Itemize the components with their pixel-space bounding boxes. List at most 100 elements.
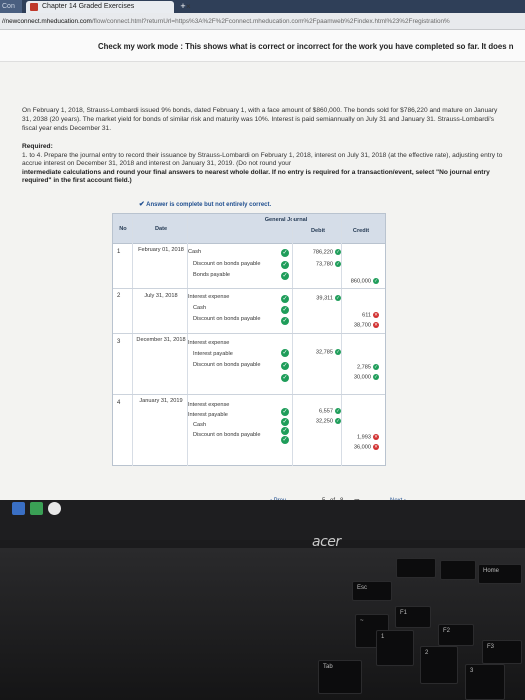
browser-tab-inactive[interactable]: Con xyxy=(0,0,22,13)
account-field[interactable]: Cash xyxy=(193,422,281,428)
entry-number: 2 xyxy=(117,293,121,299)
key-3[interactable]: 3 xyxy=(465,664,505,700)
correct-check-icon: ✓ xyxy=(281,436,289,444)
problem-statement: On February 1, 2018, Strauss-Lombardi is… xyxy=(22,107,498,132)
credit-field[interactable]: 2,785 ✓ xyxy=(343,364,379,370)
app-icon-green[interactable] xyxy=(30,502,43,515)
debit-field[interactable]: 786,220 ✓ xyxy=(295,249,341,255)
account-field[interactable]: Discount on bonds payable xyxy=(193,261,281,267)
browser-tab-active[interactable]: Chapter 14 Graded Exercises × xyxy=(26,1,191,13)
key-fn-2[interactable] xyxy=(440,560,476,580)
key-tab[interactable]: Tab xyxy=(318,660,362,694)
correct-check-icon: ✓ xyxy=(335,249,341,255)
correct-check-icon: ✓ xyxy=(281,362,289,370)
debit-field[interactable]: 73,780 ✓ xyxy=(295,261,341,267)
required-label: Required: xyxy=(22,143,53,150)
account-field[interactable]: Cash xyxy=(188,249,276,255)
answer-status-banner: ✔ Answer is complete but not entirely co… xyxy=(138,201,272,208)
correct-check-icon: ✓ xyxy=(281,249,289,257)
key-home[interactable]: Home xyxy=(478,564,522,584)
entry-number: 4 xyxy=(117,400,121,406)
debit-field[interactable]: 6,557 ✓ xyxy=(295,408,341,414)
incorrect-x-icon: ✕ xyxy=(373,322,379,328)
incorrect-x-icon: ✕ xyxy=(373,444,379,450)
entry-number: 1 xyxy=(117,249,121,255)
correct-check-icon: ✓ xyxy=(335,349,341,355)
key-fn-1[interactable] xyxy=(396,558,436,578)
check-icon: ✔ xyxy=(138,201,145,208)
correct-check-icon: ✓ xyxy=(281,306,289,314)
account-field[interactable]: Discount on bonds payable xyxy=(193,432,281,438)
col-header-credit: Credit xyxy=(352,228,370,234)
entry-date: July 31, 2018 xyxy=(144,293,178,299)
journal-entry-4: 4 January 31, 2019 Interest expense ✓ 6,… xyxy=(113,396,385,466)
account-field[interactable]: Discount on bonds payable xyxy=(193,362,281,368)
key-f1[interactable]: F1 xyxy=(395,606,431,628)
journal-title: General Journal xyxy=(264,217,308,223)
account-field[interactable]: Discount on bonds payable xyxy=(193,316,281,322)
key-2[interactable]: 2 xyxy=(420,646,458,684)
general-journal-table: No Date General Journal Debit Credit 1 F… xyxy=(112,213,386,466)
credit-field[interactable]: 860,000 ✓ xyxy=(343,278,379,284)
incorrect-x-icon: ✕ xyxy=(373,312,379,318)
check-my-work-banner: Check my work mode : This shows what is … xyxy=(0,30,525,62)
incorrect-x-icon: ✕ xyxy=(373,434,379,440)
journal-entry-3: 3 December 31, 2018 Interest expense ✓ 3… xyxy=(113,335,385,395)
correct-check-icon: ✓ xyxy=(281,295,289,303)
new-tab-plus-icon[interactable]: + xyxy=(178,2,188,11)
col-header-date: Date xyxy=(154,226,168,232)
entry-date: December 31, 2018 xyxy=(136,337,186,343)
taskbar xyxy=(12,502,82,518)
account-field[interactable]: Interest expense xyxy=(188,294,276,300)
entry-date: February 01, 2018 xyxy=(138,247,184,253)
debit-field[interactable]: 32,250 ✓ xyxy=(295,418,341,424)
correct-check-icon: ✓ xyxy=(335,295,341,301)
key-f2[interactable]: F2 xyxy=(438,624,474,646)
account-field[interactable]: Cash xyxy=(193,305,281,311)
account-field[interactable]: Interest payable xyxy=(188,412,276,418)
correct-check-icon: ✓ xyxy=(335,261,341,267)
app-icon-blue[interactable] xyxy=(12,502,25,515)
credit-field[interactable]: 36,000 ✕ xyxy=(343,444,379,450)
account-field[interactable]: Bonds payable xyxy=(193,272,281,278)
keyboard: Esc F1 F2 F3 ~ 1 2 3 Tab Home xyxy=(0,548,525,700)
debit-field[interactable]: 39,311 ✓ xyxy=(295,295,341,301)
browser-tab-bar: Con Chapter 14 Graded Exercises × + xyxy=(0,0,525,13)
debit-field[interactable]: 32,785 ✓ xyxy=(295,349,341,355)
correct-check-icon: ✓ xyxy=(335,418,341,424)
tab-title: Chapter 14 Graded Exercises xyxy=(42,3,135,10)
address-bar[interactable]: //newconnect.mheducation.com/flow/connec… xyxy=(0,13,525,30)
col-header-no: No xyxy=(119,226,127,232)
credit-field[interactable]: 30,000 ✓ xyxy=(343,374,379,380)
correct-check-icon: ✓ xyxy=(281,272,289,280)
journal-entry-2: 2 July 31, 2018 Interest expense ✓ 39,31… xyxy=(113,290,385,334)
account-field[interactable]: Interest expense xyxy=(188,340,276,346)
entry-number: 3 xyxy=(117,339,121,345)
page-content: Check my work mode : This shows what is … xyxy=(0,30,525,505)
mheducation-favicon-icon xyxy=(30,3,38,11)
journal-entry-1: 1 February 01, 2018 Cash ✓ 786,220 ✓ Disc… xyxy=(113,245,385,289)
chrome-icon[interactable] xyxy=(48,502,61,515)
key-f3[interactable]: F3 xyxy=(482,640,522,664)
entry-date: January 31, 2019 xyxy=(139,398,183,404)
credit-field[interactable]: 38,700 ✕ xyxy=(343,322,379,328)
url-text[interactable]: //newconnect.mheducation.com/flow/connec… xyxy=(2,16,522,27)
account-field[interactable]: Interest expense xyxy=(188,402,276,408)
required-line1: 1. to 4. Prepare the journal entry to re… xyxy=(22,151,503,168)
required-instructions: Required: 1. to 4. Prepare the journal e… xyxy=(22,143,508,186)
journal-header: No Date General Journal Debit Credit xyxy=(113,214,385,244)
correct-check-icon: ✓ xyxy=(281,408,289,416)
key-esc[interactable]: Esc xyxy=(352,581,392,601)
correct-check-icon: ✓ xyxy=(373,278,379,284)
col-header-debit: Debit xyxy=(311,228,325,234)
correct-check-icon: ✓ xyxy=(373,364,379,370)
credit-field[interactable]: 611 ✕ xyxy=(343,312,379,318)
correct-check-icon: ✓ xyxy=(281,349,289,357)
check-my-work-text: Check my work mode : This shows what is … xyxy=(98,42,514,51)
correct-check-icon: ✓ xyxy=(281,374,289,382)
key-1[interactable]: 1 xyxy=(376,630,414,666)
credit-field[interactable]: 1,993 ✕ xyxy=(343,434,379,440)
correct-check-icon: ✓ xyxy=(281,427,289,435)
tilde-glyph: ~ xyxy=(360,618,364,624)
account-field[interactable]: Interest payable xyxy=(193,351,281,357)
